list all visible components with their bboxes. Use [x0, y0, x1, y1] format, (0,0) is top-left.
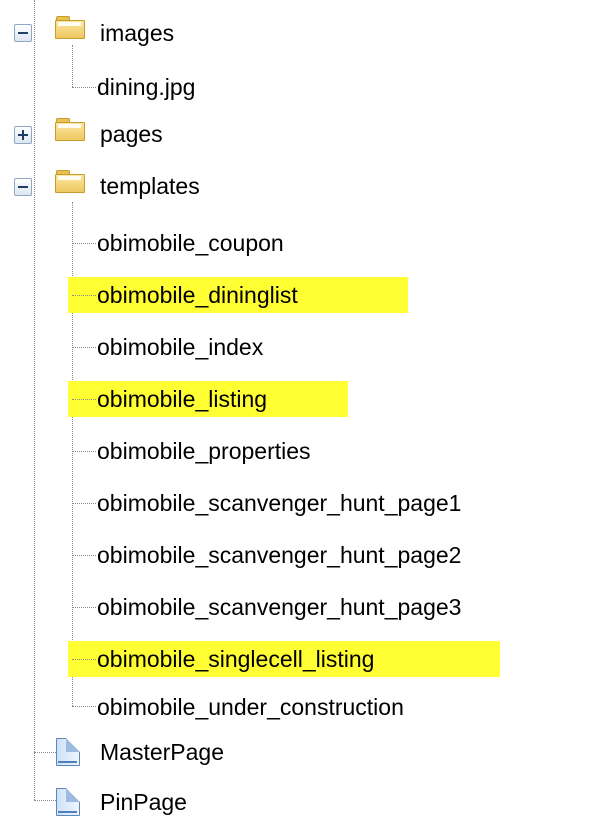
tree-item-obimobile-singlecell-listing[interactable]: obimobile_singlecell_listing — [68, 641, 500, 677]
folder-icon — [55, 16, 85, 39]
tree-connector — [34, 752, 56, 753]
tree-connector — [72, 659, 96, 660]
tree-item-pages[interactable]: pages — [96, 116, 167, 152]
tree-item-masterpage[interactable]: MasterPage — [96, 734, 228, 770]
tree-item-obimobile-properties[interactable]: obimobile_properties — [93, 433, 315, 469]
tree-item-obimobile-under-construction[interactable]: obimobile_under_construction — [93, 689, 408, 725]
expand-icon[interactable] — [14, 126, 32, 144]
tree-item-images[interactable]: images — [96, 15, 178, 51]
tree-item-obimobile-index[interactable]: obimobile_index — [93, 329, 267, 365]
tree-connector — [72, 295, 96, 296]
tree-item-obimobile-listing[interactable]: obimobile_listing — [68, 381, 348, 417]
tree-item-obimobile-scanvenger-hunt-page1[interactable]: obimobile_scanvenger_hunt_page1 — [93, 485, 465, 521]
tree-connector — [34, 0, 35, 800]
tree-item-obimobile-coupon[interactable]: obimobile_coupon — [93, 225, 288, 261]
tree-connector — [34, 800, 56, 801]
tree-item-obimobile-scanvenger-hunt-page2[interactable]: obimobile_scanvenger_hunt_page2 — [93, 537, 465, 573]
tree-item-pinpage[interactable]: PinPage — [96, 784, 191, 820]
collapse-icon[interactable] — [14, 178, 32, 196]
folder-icon — [55, 118, 85, 141]
tree-connector — [72, 399, 96, 400]
page-icon — [56, 788, 80, 816]
tree-item-obimobile-dininglist[interactable]: obimobile_dininglist — [68, 277, 408, 313]
tree-connector — [72, 45, 73, 87]
tree-item-obimobile-scanvenger-hunt-page3[interactable]: obimobile_scanvenger_hunt_page3 — [93, 589, 465, 625]
file-tree: images dining.jpg pages templates obimob… — [0, 0, 602, 821]
collapse-icon[interactable] — [14, 24, 32, 42]
tree-item-dining-jpg[interactable]: dining.jpg — [93, 69, 199, 105]
tree-item-templates[interactable]: templates — [96, 168, 204, 204]
page-icon — [56, 738, 80, 766]
folder-icon — [55, 170, 85, 193]
